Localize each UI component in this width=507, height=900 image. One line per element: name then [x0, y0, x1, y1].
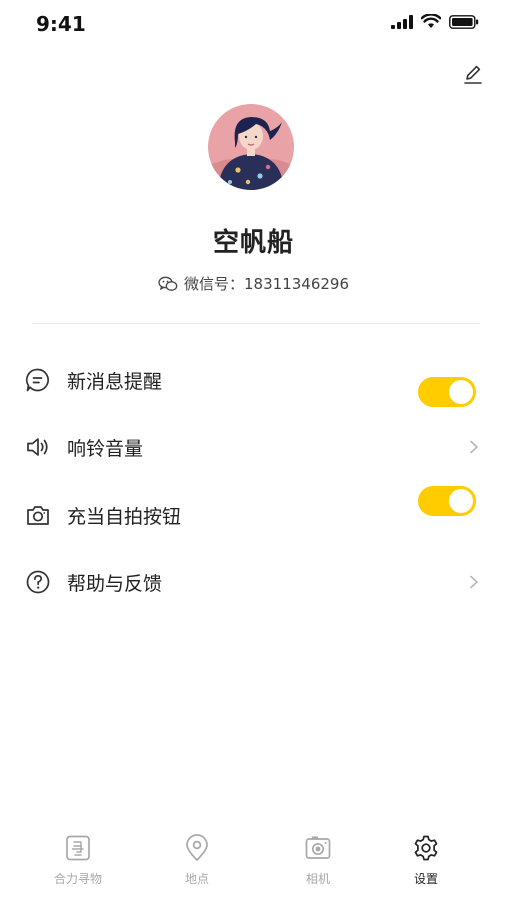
tab-label: 设置: [413, 872, 438, 886]
tab-label: 相机: [305, 872, 330, 886]
camera-icon: [24, 501, 52, 529]
setting-new-message[interactable]: 新消息提醒: [0, 350, 507, 410]
message-icon: [24, 366, 52, 394]
chevron-right-icon: [470, 575, 478, 589]
new-message-toggle[interactable]: [418, 377, 476, 407]
tab-settings[interactable]: 设置: [381, 825, 471, 895]
location-icon: [182, 833, 212, 863]
avatar[interactable]: [208, 104, 294, 190]
status-time: 9:41: [36, 12, 86, 36]
wechat-id: 18311346296: [244, 274, 349, 293]
status-icons: [391, 14, 479, 29]
toggle-knob: [449, 489, 473, 513]
tab-find[interactable]: 合力寻物: [33, 825, 123, 895]
wifi-icon: [421, 14, 441, 28]
toggle-knob: [449, 380, 473, 404]
selfie-button-toggle[interactable]: [418, 486, 476, 516]
edit-profile-button[interactable]: [459, 60, 487, 88]
avatar-illustration: [208, 104, 294, 190]
setting-label: 充当自拍按钮: [67, 506, 182, 528]
wechat-id-row: 微信号： 18311346296: [0, 273, 507, 294]
wechat-icon: [158, 276, 178, 291]
tab-location[interactable]: 地点: [152, 825, 242, 895]
help-icon: [24, 568, 52, 596]
setting-ring-volume[interactable]: 响铃音量: [0, 417, 507, 477]
camera-icon: [303, 833, 333, 863]
find-icon: [63, 833, 93, 863]
setting-label: 响铃音量: [67, 438, 144, 460]
edit-icon: [464, 65, 482, 84]
chevron-right-icon: [470, 440, 478, 454]
wechat-label: 微信号：: [184, 275, 245, 293]
setting-selfie-button[interactable]: 充当自拍按钮: [0, 485, 507, 545]
tab-bar: 合力寻物 地点 相机 设置: [0, 825, 507, 900]
tab-label: 合力寻物: [53, 872, 102, 886]
gear-icon: [411, 833, 441, 863]
setting-label: 帮助与反馈: [67, 573, 163, 595]
setting-help-feedback[interactable]: 帮助与反馈: [0, 552, 507, 612]
setting-label: 新消息提醒: [67, 371, 163, 393]
speaker-icon: [24, 433, 52, 461]
username: 空帆船: [212, 228, 294, 258]
divider: [32, 323, 480, 324]
signal-icon: [391, 14, 413, 29]
tab-camera[interactable]: 相机: [273, 825, 363, 895]
tab-label: 地点: [184, 872, 209, 886]
battery-icon: [449, 14, 479, 29]
status-bar: 9:41: [0, 0, 507, 50]
